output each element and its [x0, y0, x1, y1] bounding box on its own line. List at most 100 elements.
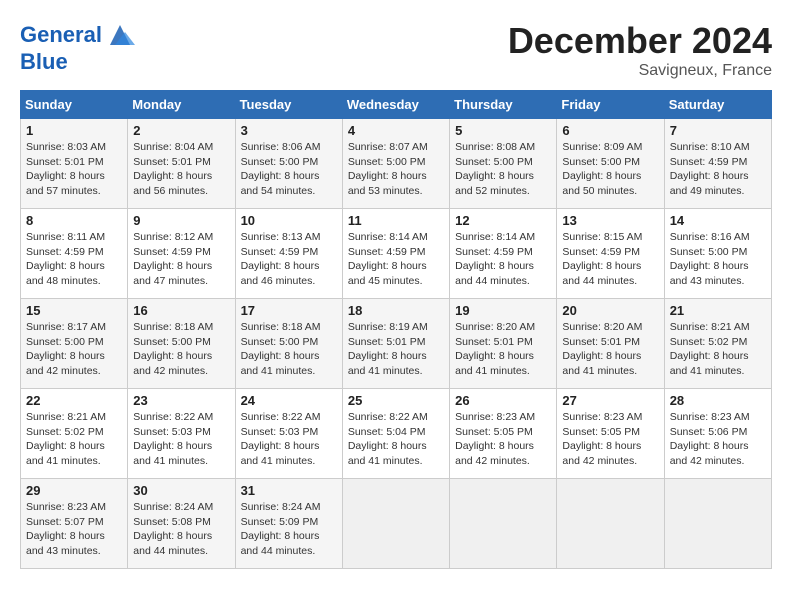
calendar-cell: 29 Sunrise: 8:23 AM Sunset: 5:07 PM Dayli…: [21, 479, 128, 569]
day-number: 24: [241, 393, 337, 408]
title-block: December 2024 Savigneux, France: [508, 20, 772, 80]
calendar-cell: 28 Sunrise: 8:23 AM Sunset: 5:06 PM Dayli…: [664, 389, 771, 479]
calendar-cell: 2Sunrise: 8:04 AM Sunset: 5:01 PM Daylig…: [128, 119, 235, 209]
calendar-cell: 7Sunrise: 8:10 AM Sunset: 4:59 PM Daylig…: [664, 119, 771, 209]
weekday-friday: Friday: [557, 91, 664, 119]
day-number: 18: [348, 303, 444, 318]
calendar-cell: 21 Sunrise: 8:21 AM Sunset: 5:02 PM Dayli…: [664, 299, 771, 389]
calendar-cell: 12 Sunrise: 8:14 AM Sunset: 4:59 PM Dayli…: [450, 209, 557, 299]
calendar-cell: 14 Sunrise: 8:16 AM Sunset: 5:00 PM Dayli…: [664, 209, 771, 299]
day-info: Sunrise: 8:20 AM Sunset: 5:01 PM Dayligh…: [455, 320, 551, 379]
day-info: Sunrise: 8:15 AM Sunset: 4:59 PM Dayligh…: [562, 230, 658, 289]
calendar-cell: 25Sunrise: 8:22 AM Sunset: 5:04 PM Dayli…: [342, 389, 449, 479]
calendar-cell: [450, 479, 557, 569]
day-info: Sunrise: 8:19 AM Sunset: 5:01 PM Dayligh…: [348, 320, 444, 379]
day-number: 11: [348, 213, 444, 228]
calendar-cell: 10 Sunrise: 8:13 AM Sunset: 4:59 PM Dayli…: [235, 209, 342, 299]
day-info: Sunrise: 8:04 AM Sunset: 5:01 PM Dayligh…: [133, 140, 229, 199]
calendar-cell: 24 Sunrise: 8:22 AM Sunset: 5:03 PM Dayli…: [235, 389, 342, 479]
day-number: 9: [133, 213, 229, 228]
calendar-cell: 20 Sunrise: 8:20 AM Sunset: 5:01 PM Dayli…: [557, 299, 664, 389]
day-info: Sunrise: 8:16 AM Sunset: 5:00 PM Dayligh…: [670, 230, 766, 289]
day-info: Sunrise: 8:20 AM Sunset: 5:01 PM Dayligh…: [562, 320, 658, 379]
day-info: Sunrise: 8:14 AM Sunset: 4:59 PM Dayligh…: [348, 230, 444, 289]
day-number: 3: [241, 123, 337, 138]
day-number: 12: [455, 213, 551, 228]
calendar-cell: 17Sunrise: 8:18 AM Sunset: 5:00 PM Dayli…: [235, 299, 342, 389]
day-number: 19: [455, 303, 551, 318]
calendar-cell: 3Sunrise: 8:06 AM Sunset: 5:00 PM Daylig…: [235, 119, 342, 209]
day-info: Sunrise: 8:14 AM Sunset: 4:59 PM Dayligh…: [455, 230, 551, 289]
day-number: 6: [562, 123, 658, 138]
day-info: Sunrise: 8:22 AM Sunset: 5:04 PM Dayligh…: [348, 410, 444, 469]
day-info: Sunrise: 8:11 AM Sunset: 4:59 PM Dayligh…: [26, 230, 122, 289]
day-number: 22: [26, 393, 122, 408]
day-number: 8: [26, 213, 122, 228]
day-number: 7: [670, 123, 766, 138]
calendar-cell: [557, 479, 664, 569]
day-info: Sunrise: 8:24 AM Sunset: 5:09 PM Dayligh…: [241, 500, 337, 559]
weekday-sunday: Sunday: [21, 91, 128, 119]
calendar-cell: 26 Sunrise: 8:23 AM Sunset: 5:05 PM Dayli…: [450, 389, 557, 479]
calendar-cell: [664, 479, 771, 569]
calendar-cell: 4 Sunrise: 8:07 AM Sunset: 5:00 PM Daylig…: [342, 119, 449, 209]
day-info: Sunrise: 8:21 AM Sunset: 5:02 PM Dayligh…: [670, 320, 766, 379]
week-row-3: 15 Sunrise: 8:17 AM Sunset: 5:00 PM Dayli…: [21, 299, 772, 389]
day-number: 16: [133, 303, 229, 318]
day-number: 14: [670, 213, 766, 228]
day-info: Sunrise: 8:07 AM Sunset: 5:00 PM Dayligh…: [348, 140, 444, 199]
day-info: Sunrise: 8:23 AM Sunset: 5:06 PM Dayligh…: [670, 410, 766, 469]
weekday-wednesday: Wednesday: [342, 91, 449, 119]
day-number: 29: [26, 483, 122, 498]
calendar-cell: 11 Sunrise: 8:14 AM Sunset: 4:59 PM Dayli…: [342, 209, 449, 299]
logo-icon: [105, 20, 135, 50]
day-number: 30: [133, 483, 229, 498]
day-number: 17: [241, 303, 337, 318]
day-number: 4: [348, 123, 444, 138]
weekday-thursday: Thursday: [450, 91, 557, 119]
calendar-cell: 31 Sunrise: 8:24 AM Sunset: 5:09 PM Dayli…: [235, 479, 342, 569]
day-info: Sunrise: 8:22 AM Sunset: 5:03 PM Dayligh…: [241, 410, 337, 469]
day-info: Sunrise: 8:09 AM Sunset: 5:00 PM Dayligh…: [562, 140, 658, 199]
weekday-tuesday: Tuesday: [235, 91, 342, 119]
day-info: Sunrise: 8:23 AM Sunset: 5:05 PM Dayligh…: [562, 410, 658, 469]
week-row-2: 8 Sunrise: 8:11 AM Sunset: 4:59 PM Daylig…: [21, 209, 772, 299]
day-number: 10: [241, 213, 337, 228]
location: Savigneux, France: [508, 62, 772, 80]
calendar-cell: 16Sunrise: 8:18 AM Sunset: 5:00 PM Dayli…: [128, 299, 235, 389]
calendar-cell: 13 Sunrise: 8:15 AM Sunset: 4:59 PM Dayli…: [557, 209, 664, 299]
calendar-cell: 15 Sunrise: 8:17 AM Sunset: 5:00 PM Dayli…: [21, 299, 128, 389]
day-info: Sunrise: 8:08 AM Sunset: 5:00 PM Dayligh…: [455, 140, 551, 199]
day-info: Sunrise: 8:03 AM Sunset: 5:01 PM Dayligh…: [26, 140, 122, 199]
day-number: 31: [241, 483, 337, 498]
day-number: 21: [670, 303, 766, 318]
day-info: Sunrise: 8:17 AM Sunset: 5:00 PM Dayligh…: [26, 320, 122, 379]
weekday-monday: Monday: [128, 91, 235, 119]
day-number: 20: [562, 303, 658, 318]
weekday-saturday: Saturday: [664, 91, 771, 119]
calendar-table: SundayMondayTuesdayWednesdayThursdayFrid…: [20, 90, 772, 569]
logo: General Blue: [20, 20, 135, 74]
calendar-cell: 22Sunrise: 8:21 AM Sunset: 5:02 PM Dayli…: [21, 389, 128, 479]
calendar-cell: 8 Sunrise: 8:11 AM Sunset: 4:59 PM Daylig…: [21, 209, 128, 299]
day-number: 27: [562, 393, 658, 408]
week-row-4: 22Sunrise: 8:21 AM Sunset: 5:02 PM Dayli…: [21, 389, 772, 479]
day-info: Sunrise: 8:23 AM Sunset: 5:05 PM Dayligh…: [455, 410, 551, 469]
calendar-body: 1 Sunrise: 8:03 AM Sunset: 5:01 PM Daylig…: [21, 119, 772, 569]
calendar-cell: 5Sunrise: 8:08 AM Sunset: 5:00 PM Daylig…: [450, 119, 557, 209]
day-info: Sunrise: 8:13 AM Sunset: 4:59 PM Dayligh…: [241, 230, 337, 289]
week-row-5: 29 Sunrise: 8:23 AM Sunset: 5:07 PM Dayli…: [21, 479, 772, 569]
day-number: 13: [562, 213, 658, 228]
calendar-cell: 6 Sunrise: 8:09 AM Sunset: 5:00 PM Daylig…: [557, 119, 664, 209]
day-number: 15: [26, 303, 122, 318]
day-info: Sunrise: 8:22 AM Sunset: 5:03 PM Dayligh…: [133, 410, 229, 469]
weekday-header-row: SundayMondayTuesdayWednesdayThursdayFrid…: [21, 91, 772, 119]
calendar-cell: 27 Sunrise: 8:23 AM Sunset: 5:05 PM Dayli…: [557, 389, 664, 479]
day-info: Sunrise: 8:23 AM Sunset: 5:07 PM Dayligh…: [26, 500, 122, 559]
day-info: Sunrise: 8:12 AM Sunset: 4:59 PM Dayligh…: [133, 230, 229, 289]
day-number: 28: [670, 393, 766, 408]
day-number: 1: [26, 123, 122, 138]
page-header: General Blue December 2024 Savigneux, Fr…: [20, 20, 772, 80]
day-info: Sunrise: 8:24 AM Sunset: 5:08 PM Dayligh…: [133, 500, 229, 559]
day-number: 26: [455, 393, 551, 408]
